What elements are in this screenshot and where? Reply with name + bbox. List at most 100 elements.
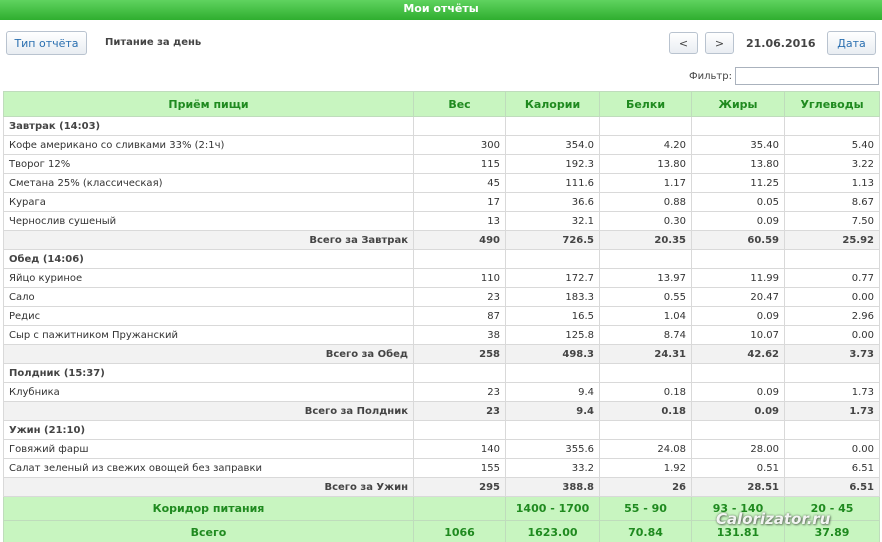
meal-total-value: 60.59 — [691, 230, 785, 250]
food-row[interactable]: Говяжий фарш 140 355.6 24.08 28.00 0.00 — [3, 439, 880, 459]
food-row[interactable]: Чернослив сушеный 13 32.1 0.30 0.09 7.50 — [3, 211, 880, 231]
food-row[interactable]: Курага 17 36.6 0.88 0.05 8.67 — [3, 192, 880, 212]
column-header-meal[interactable]: Приём пищи — [3, 91, 414, 117]
meal-total-label: Всего за Полдник — [3, 401, 414, 421]
food-value: 300 — [413, 135, 506, 155]
food-value: 125.8 — [505, 325, 600, 345]
food-value: 38 — [413, 325, 506, 345]
food-value: 4.20 — [599, 135, 692, 155]
table-body: Завтрак (14:03) Кофе американо со сливкам… — [3, 116, 880, 542]
food-value: 11.25 — [691, 173, 785, 193]
current-date: 21.06.2016 — [746, 37, 816, 50]
filter-label: Фильтр: — [689, 71, 732, 82]
food-value: 1.73 — [784, 382, 880, 402]
food-value: 183.3 — [505, 287, 600, 307]
meal-total-value: 295 — [413, 477, 506, 497]
empty-cell — [784, 116, 880, 136]
food-value: 0.09 — [691, 306, 785, 326]
food-value: 1.17 — [599, 173, 692, 193]
food-row[interactable]: Салат зеленый из свежих овощей без запра… — [3, 458, 880, 478]
meal-title: Завтрак (14:03) — [3, 116, 414, 136]
food-name: Клубника — [3, 382, 414, 402]
food-value: 13.97 — [599, 268, 692, 288]
meal-total-value: 0.09 — [691, 401, 785, 421]
food-name: Сало — [3, 287, 414, 307]
food-value: 1.04 — [599, 306, 692, 326]
nutrition-table: Приём пищи Вес Калории Белки Жиры Углево… — [3, 91, 880, 542]
food-value: 0.09 — [691, 382, 785, 402]
food-value: 16.5 — [505, 306, 600, 326]
meal-total-value: 42.62 — [691, 344, 785, 364]
empty-cell — [413, 116, 506, 136]
prev-day-button[interactable]: < — [669, 32, 698, 54]
meal-title: Ужин (21:10) — [3, 420, 414, 440]
meal-group-row: Полдник (15:37) — [3, 363, 880, 383]
food-value: 1.13 — [784, 173, 880, 193]
meal-total-value: 490 — [413, 230, 506, 250]
food-value: 45 — [413, 173, 506, 193]
filter-input[interactable] — [735, 67, 879, 85]
food-value: 9.4 — [505, 382, 600, 402]
corridor-value: 1400 - 1700 — [505, 496, 600, 521]
meal-total-value: 1.73 — [784, 401, 880, 421]
food-name: Сметана 25% (классическая) — [3, 173, 414, 193]
meal-total-value: 498.3 — [505, 344, 600, 364]
table-header-row: Приём пищи Вес Калории Белки Жиры Углево… — [3, 91, 880, 117]
empty-cell — [413, 420, 506, 440]
meal-total-row: Всего за Завтрак 490 726.5 20.35 60.59 25.92 — [3, 230, 880, 250]
empty-cell — [691, 420, 785, 440]
column-header-protein[interactable]: Белки — [599, 91, 692, 117]
food-row[interactable]: Клубника 23 9.4 0.18 0.09 1.73 — [3, 382, 880, 402]
food-value: 172.7 — [505, 268, 600, 288]
column-header-calories[interactable]: Калории — [505, 91, 600, 117]
empty-cell — [691, 363, 785, 383]
empty-cell — [413, 363, 506, 383]
food-row[interactable]: Яйцо куриное 110 172.7 13.97 11.99 0.77 — [3, 268, 880, 288]
grand-total-label: Всего — [3, 520, 414, 542]
meal-total-row: Всего за Обед 258 498.3 24.31 42.62 3.73 — [3, 344, 880, 364]
next-day-button[interactable]: > — [705, 32, 734, 54]
food-value: 7.50 — [784, 211, 880, 231]
food-row[interactable]: Сыр с пажитником Пружанский 38 125.8 8.74 10… — [3, 325, 880, 345]
food-value: 355.6 — [505, 439, 600, 459]
meal-total-row: Всего за Полдник 23 9.4 0.18 0.09 1.73 — [3, 401, 880, 421]
food-row[interactable]: Сало 23 183.3 0.55 20.47 0.00 — [3, 287, 880, 307]
food-value: 192.3 — [505, 154, 600, 174]
empty-cell — [784, 249, 880, 269]
empty-cell — [505, 420, 600, 440]
food-value: 8.74 — [599, 325, 692, 345]
food-row[interactable]: Сметана 25% (классическая) 45 111.6 1.17 11.… — [3, 173, 880, 193]
grand-total-value: 1066 — [413, 520, 506, 542]
food-name: Салат зеленый из свежих овощей без запра… — [3, 458, 414, 478]
meal-group-row: Завтрак (14:03) — [3, 116, 880, 136]
column-header-weight[interactable]: Вес — [413, 91, 506, 117]
food-row[interactable]: Редис 87 16.5 1.04 0.09 2.96 — [3, 306, 880, 326]
grand-total-value: 1623.00 — [505, 520, 600, 542]
column-header-carbs[interactable]: Углеводы — [784, 91, 880, 117]
meal-group-row: Обед (14:06) — [3, 249, 880, 269]
corridor-value: 55 - 90 — [599, 496, 692, 521]
date-button[interactable]: Дата — [827, 31, 876, 55]
food-value: 0.55 — [599, 287, 692, 307]
watermark: Calorizator.ru — [716, 510, 831, 528]
food-name: Чернослив сушеный — [3, 211, 414, 231]
empty-cell — [599, 249, 692, 269]
empty-cell — [599, 363, 692, 383]
report-type-button[interactable]: Тип отчёта — [6, 31, 87, 55]
food-value: 36.6 — [505, 192, 600, 212]
food-name: Творог 12% — [3, 154, 414, 174]
empty-cell — [505, 363, 600, 383]
empty-cell — [784, 363, 880, 383]
empty-cell — [599, 116, 692, 136]
empty-cell — [691, 249, 785, 269]
meal-total-label: Всего за Ужин — [3, 477, 414, 497]
food-value: 0.00 — [784, 439, 880, 459]
food-value: 13 — [413, 211, 506, 231]
meal-total-value: 3.73 — [784, 344, 880, 364]
food-value: 1.92 — [599, 458, 692, 478]
food-row[interactable]: Творог 12% 115 192.3 13.80 13.80 3.22 — [3, 154, 880, 174]
column-header-fat[interactable]: Жиры — [691, 91, 785, 117]
empty-cell — [599, 420, 692, 440]
food-row[interactable]: Кофе американо со сливками 33% (2:1ч) 300… — [3, 135, 880, 155]
meal-total-label: Всего за Обед — [3, 344, 414, 364]
